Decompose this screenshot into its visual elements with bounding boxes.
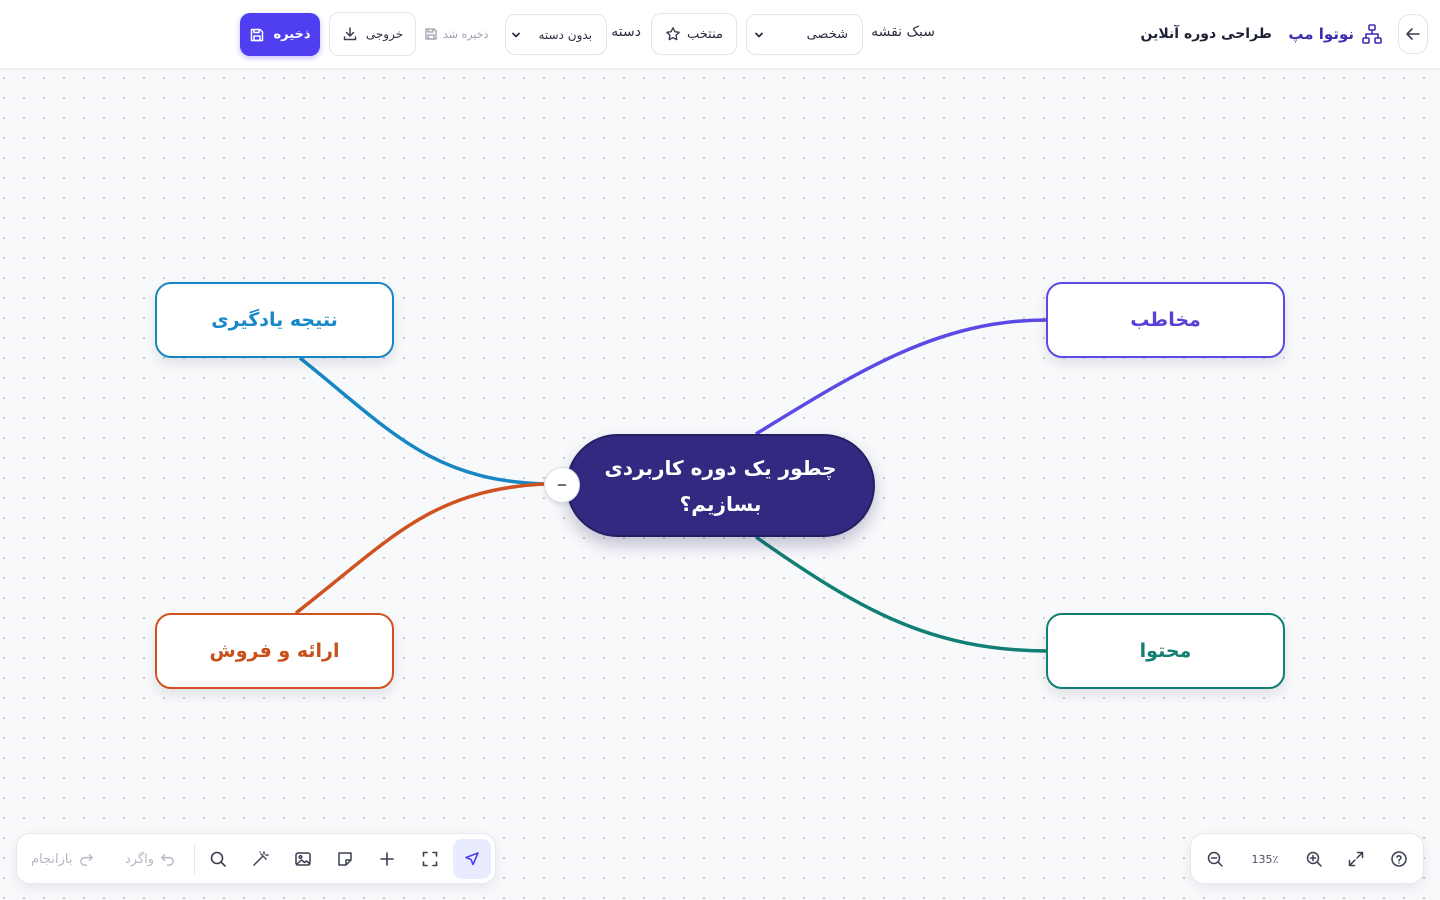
node-learning-result-label: نتیجه یادگیری: [211, 309, 338, 331]
redo-label: بازانجام: [31, 851, 73, 867]
save-label: ذخیره: [273, 27, 311, 42]
fit-view-button[interactable]: [413, 842, 447, 876]
cursor-pointer-icon: [463, 850, 481, 868]
favorite-label: منتخب: [687, 26, 723, 42]
plus-icon: [378, 850, 396, 868]
central-node-line-1: چطور یک دوره کاربردی: [604, 455, 837, 480]
search-icon: [209, 850, 227, 868]
fullscreen-button[interactable]: [1339, 842, 1373, 876]
node-audience-label: مخاطب: [1130, 309, 1201, 331]
map-style-label: سبک نقشه: [871, 24, 935, 40]
star-icon: [665, 26, 681, 42]
brand-name: نوتوا مپ: [1288, 25, 1354, 43]
saved-disk-icon: [424, 27, 438, 41]
save-status-text: ذخیره شد: [443, 27, 489, 41]
expand-arrows-icon: [1347, 850, 1365, 868]
map-title[interactable]: طراحی دوره آنلاین: [1141, 22, 1272, 46]
zoom-toolbar: 135٪: [1190, 833, 1424, 884]
editing-toolbar: بازانجام واگرد: [16, 833, 496, 884]
zoom-in-icon: [1305, 850, 1323, 868]
export-label: خروجی: [365, 27, 404, 41]
edge-sales: [294, 482, 545, 615]
insert-note-button[interactable]: [328, 842, 362, 876]
select-tool-button[interactable]: [453, 839, 491, 879]
sitemap-logo-icon: [1360, 22, 1384, 46]
zoom-in-button[interactable]: [1297, 842, 1331, 876]
search-button[interactable]: [201, 842, 235, 876]
category-select[interactable]: بدون دسته: [505, 14, 607, 55]
save-disk-icon: [249, 27, 265, 43]
map-style-select[interactable]: شخصی: [746, 14, 863, 55]
edge-content: [754, 535, 1047, 653]
edge-audience: [755, 318, 1047, 436]
undo-label: واگرد: [125, 851, 155, 867]
node-presentation-sales[interactable]: ارائه و فروش: [155, 613, 394, 689]
frame-corners-icon: [421, 850, 439, 868]
category-value: بدون دسته: [538, 27, 592, 42]
zoom-out-button[interactable]: [1198, 842, 1232, 876]
zoom-out-icon: [1206, 850, 1224, 868]
insert-image-button[interactable]: [286, 842, 320, 876]
back-button[interactable]: [1398, 14, 1428, 54]
node-presentation-sales-label: ارائه و فروش: [209, 640, 340, 662]
map-style-value: شخصی: [806, 27, 848, 42]
node-content-label: محتوا: [1139, 640, 1192, 662]
toolbar-divider: [194, 845, 195, 874]
node-learning-result[interactable]: نتیجه یادگیری: [155, 282, 394, 358]
note-icon: [336, 850, 354, 868]
magic-wand-icon: [251, 850, 269, 868]
favorite-button[interactable]: منتخب: [651, 13, 737, 55]
node-content[interactable]: محتوا: [1046, 613, 1285, 689]
redo-button[interactable]: بازانجام: [31, 846, 94, 872]
undo-icon: [160, 852, 175, 867]
chevron-down-icon: [510, 29, 522, 41]
central-node[interactable]: چطور یک دوره کاربردی بسازیم؟: [566, 434, 875, 537]
image-icon: [294, 850, 312, 868]
save-button[interactable]: ذخیره: [240, 13, 320, 56]
add-node-button[interactable]: [370, 842, 404, 876]
redo-icon: [79, 852, 94, 867]
arrow-right-icon: [1405, 26, 1421, 42]
help-button[interactable]: [1382, 842, 1416, 876]
central-node-line-2: بسازیم؟: [679, 491, 762, 516]
minus-icon: [556, 479, 568, 491]
chevron-down-icon: [753, 29, 765, 41]
download-icon: [342, 26, 358, 42]
magic-wand-button[interactable]: [243, 842, 277, 876]
export-button[interactable]: خروجی: [329, 12, 416, 56]
category-label: دسته: [611, 24, 641, 40]
help-circle-icon: [1390, 850, 1408, 868]
node-audience[interactable]: مخاطب: [1046, 282, 1285, 358]
mindmap-canvas[interactable]: مخاطب محتوا نتیجه یادگیری ارائه و فروش چ…: [0, 70, 1440, 900]
undo-button[interactable]: واگرد: [125, 846, 175, 872]
collapse-branch-button[interactable]: [544, 467, 580, 503]
zoom-level: 135٪: [1243, 846, 1287, 872]
top-header: نوتوا مپ طراحی دوره آنلاین سبک نقشه شخصی…: [0, 0, 1440, 69]
save-status: ذخیره شد: [424, 22, 488, 46]
edge-result: [298, 356, 545, 486]
zoom-level-value: 135٪: [1251, 852, 1279, 866]
